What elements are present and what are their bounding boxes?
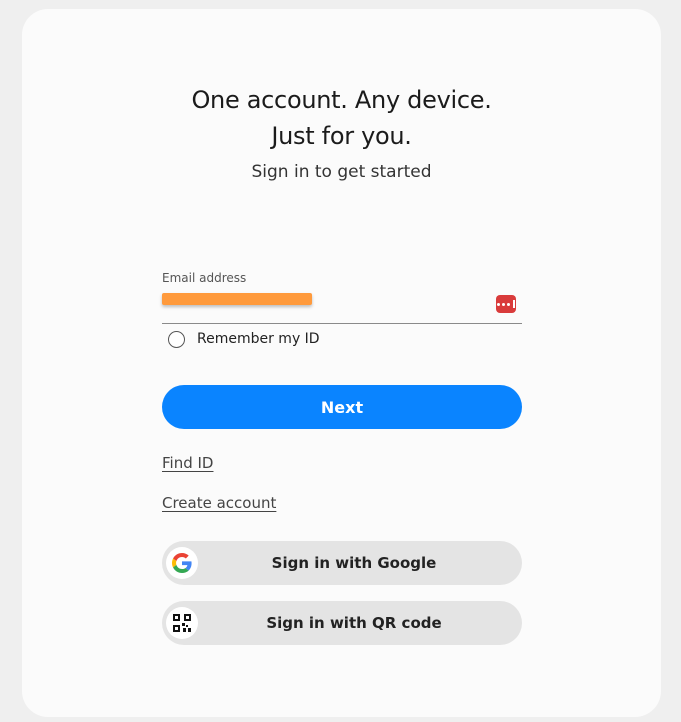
sign-in-with-qr-code-button[interactable]: Sign in with QR code [162, 601, 522, 645]
remember-my-id-label: Remember my ID [197, 331, 320, 347]
google-button-label: Sign in with Google [271, 554, 437, 572]
qr-code-icon [166, 607, 198, 639]
sign-in-card: One account. Any device. Just for you. S… [22, 9, 661, 717]
remember-radio-button[interactable] [168, 330, 185, 348]
qr-button-label: Sign in with QR code [266, 614, 442, 632]
headline-line-2: Just for you. [271, 122, 412, 150]
remember-my-id-option[interactable]: Remember my ID [168, 328, 320, 350]
password-manager-icon[interactable] [496, 295, 516, 313]
google-g-icon [166, 547, 198, 579]
next-button[interactable]: Next [162, 385, 522, 429]
email-field: Email address [162, 271, 522, 324]
redaction-mark [162, 293, 312, 305]
email-field-label: Email address [162, 271, 247, 285]
create-account-link[interactable]: Create account [162, 494, 276, 512]
find-id-link[interactable]: Find ID [162, 454, 213, 472]
sign-in-with-google-button[interactable]: Sign in with Google [162, 541, 522, 585]
headline-line-1: One account. Any device. [191, 86, 492, 114]
subtitle: Sign in to get started [251, 162, 432, 182]
